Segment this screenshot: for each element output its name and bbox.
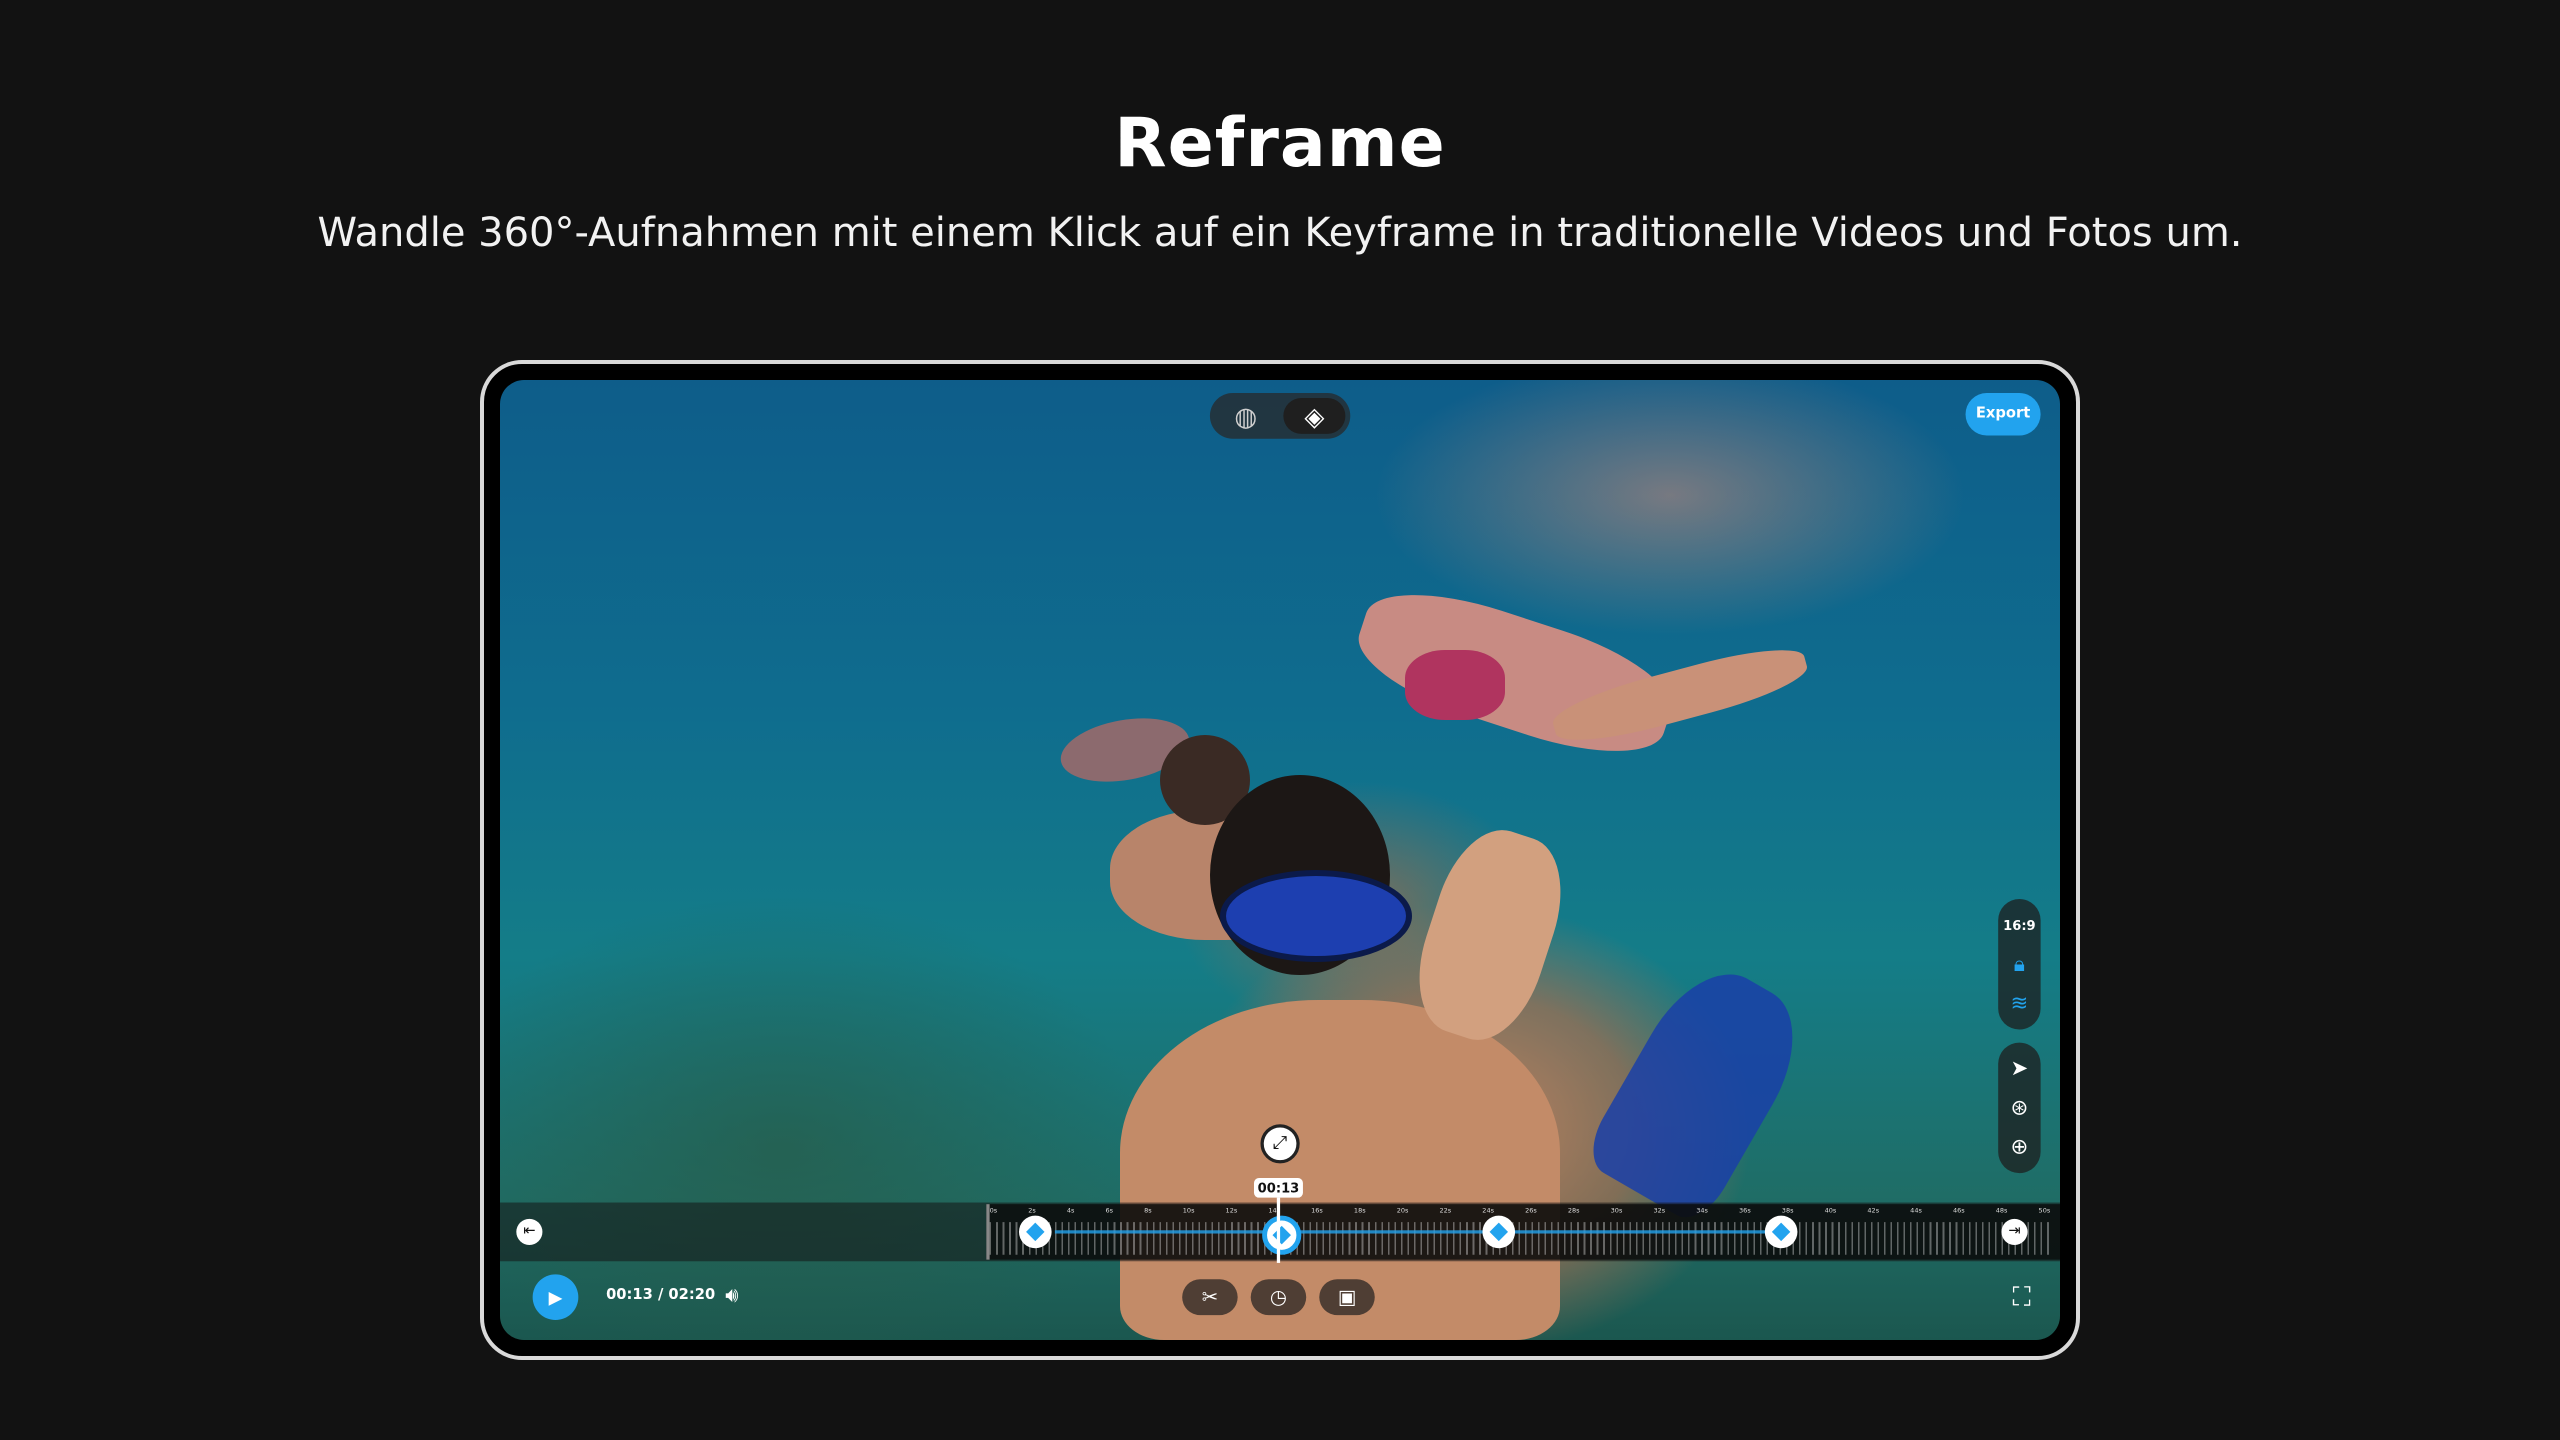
ruler-label: 46s	[1952, 1205, 1965, 1214]
ruler-label: 16s	[1311, 1205, 1323, 1214]
ruler-label: 32s	[1653, 1205, 1666, 1214]
ruler-label: 28s	[1567, 1205, 1580, 1214]
ruler-label: 44s	[1910, 1205, 1922, 1214]
globe-icon[interactable]: ◍	[1215, 398, 1277, 434]
ruler-label: 18s	[1353, 1205, 1366, 1214]
ruler-label: 36s	[1739, 1205, 1751, 1214]
ruler-label: 50s	[2038, 1205, 2051, 1214]
keyframe-icon[interactable]: ◈	[1283, 397, 1346, 434]
ruler-label: 8s	[1144, 1205, 1152, 1214]
aspect-ratio-button[interactable]: 16:9	[2001, 906, 2037, 945]
ruler-label: 4s	[1066, 1205, 1075, 1214]
playhead[interactable]	[1276, 1197, 1281, 1263]
speed-icon[interactable]: ◷	[1250, 1279, 1307, 1316]
skip-end-icon[interactable]: ⇥	[2001, 1218, 2028, 1245]
keyframe-marker-current[interactable]	[1262, 1215, 1302, 1255]
zoom-icon[interactable]: ⊕	[2001, 1127, 2037, 1166]
ruler-label: 42s	[1867, 1205, 1880, 1214]
export-button[interactable]: Export	[1965, 393, 2041, 436]
keyframe-marker[interactable]	[1482, 1215, 1516, 1249]
volume-icon[interactable]: 🔊︎	[725, 1284, 738, 1308]
view-tool-panel: ➤ ⊛ ⊕	[1998, 1042, 2041, 1174]
keyframe-marker[interactable]	[1764, 1215, 1798, 1249]
edit-tools: ✂ ◷ ▣	[1182, 1279, 1375, 1316]
scissors-icon[interactable]: ✂	[1182, 1279, 1238, 1316]
page-subtitle: Wandle 360°-Aufnahmen mit einem Klick au…	[317, 210, 2243, 256]
ruler-label: 34s	[1696, 1205, 1708, 1214]
video-preview[interactable]: ◍ ◈ Export 16:9 🔒︎ ≋ ➤ ⊛ ⊕ ⤢ ⇤ 0s 2s 4s 6s 8…	[500, 380, 2060, 1340]
snapshot-icon[interactable]: ▣	[1319, 1279, 1375, 1316]
time-display: 00:13 / 02:20	[606, 1287, 716, 1304]
ruler-label: 40s	[1824, 1205, 1837, 1214]
reframe-target-handle[interactable]: ⤢	[1260, 1124, 1300, 1164]
skip-start-icon[interactable]: ⇤	[516, 1218, 543, 1245]
ruler-label: 6s	[1105, 1205, 1114, 1214]
ruler-label: 20s	[1396, 1205, 1409, 1214]
timeline-ruler: 0s 2s 4s 6s 8s 10s 12s 14s 16s 18s 20s 22s 24s 26s 28s…	[990, 1206, 2051, 1219]
view-toggle[interactable]: ◍ ◈	[1209, 393, 1351, 439]
cursor-icon[interactable]: ➤	[2001, 1049, 2037, 1088]
play-button[interactable]: ▶	[532, 1274, 579, 1321]
player-ui: ◍ ◈ Export 16:9 🔒︎ ≋ ➤ ⊛ ⊕ ⤢ ⇤ 0s 2s 4s 6s 8…	[500, 380, 2060, 1340]
lock-icon[interactable]: 🔒︎	[2001, 945, 2037, 984]
reframe-tool-panel: 16:9 🔒︎ ≋	[1998, 898, 2041, 1030]
ruler-label: 22s	[1439, 1205, 1452, 1214]
rotate-view-icon[interactable]: ⊛	[2001, 1088, 2037, 1127]
page-title: Reframe	[1114, 104, 1446, 183]
keyframe-path	[1054, 1230, 1773, 1234]
ruler-label: 30s	[1610, 1205, 1623, 1214]
horizon-icon[interactable]: ≋	[2001, 984, 2037, 1023]
ruler-label: 12s	[1225, 1205, 1238, 1214]
fullscreen-icon[interactable]: ⛶	[2013, 1281, 2031, 1314]
playhead-time: 00:13	[1253, 1178, 1303, 1198]
ruler-label: 0s	[989, 1205, 998, 1214]
keyframe-marker[interactable]	[1018, 1215, 1052, 1249]
ruler-label: 48s	[1995, 1205, 2008, 1214]
timeline-ticks	[989, 1222, 2051, 1255]
ruler-label: 26s	[1525, 1205, 1537, 1214]
ruler-label: 10s	[1182, 1205, 1195, 1214]
